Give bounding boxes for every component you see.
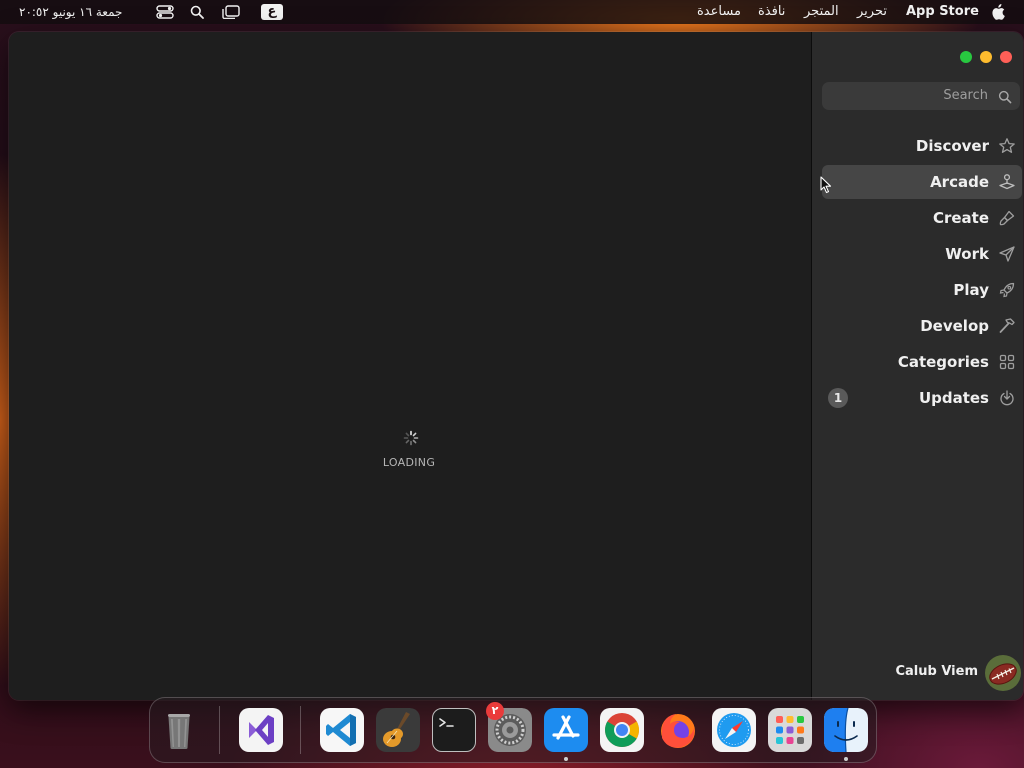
dock-firefox[interactable] [656,708,700,752]
hammer-icon [998,317,1016,335]
dock-vscode[interactable] [320,708,364,752]
account-name[interactable]: Calub Viem [895,664,978,679]
brush-icon [998,209,1016,227]
dock-trash[interactable] [157,708,201,752]
dock-separator [300,706,301,754]
vscode-icon [326,714,356,746]
main-content-area: LOADING [9,32,811,700]
sidebar-item-label: Create [932,209,989,227]
firefox-icon [661,714,695,748]
dock: ٢ [149,697,877,763]
menu-edit[interactable]: تحرير [857,0,887,24]
download-icon [998,389,1016,407]
sidebar-item-categories[interactable]: Categories [822,345,1022,379]
sidebar-item-discover[interactable]: Discover [822,129,1022,163]
dock-finder[interactable] [824,708,868,752]
visual-studio-icon [249,715,274,745]
minimize-button[interactable] [980,51,992,63]
notification-badge: ٢ [486,702,504,720]
sidebar-item-label: Develop [920,317,989,335]
sidebar-item-arcade[interactable]: Arcade [822,165,1022,199]
updates-count-badge: 1 [828,388,848,408]
chrome-icon [605,713,639,747]
loading-label: LOADING [382,456,436,469]
app-store-icon [552,715,580,740]
sidebar-item-label: Work [945,245,989,263]
sidebar-item-develop[interactable]: Develop [822,309,1022,343]
dock-app-store[interactable] [544,708,588,752]
sidebar-item-label: Arcade [930,173,989,191]
sidebar-item-label: Discover [915,137,989,155]
trash-icon [168,714,190,749]
control-center-icon[interactable] [156,4,174,20]
paper-plane-icon [998,245,1016,263]
mouse-pointer-icon [820,176,832,194]
zoom-button[interactable] [960,51,972,63]
menu-window[interactable]: نافذة [758,0,785,24]
menu-help[interactable]: مساعدة [697,0,741,24]
sidebar-item-work[interactable]: Work [822,237,1022,271]
input-source-indicator[interactable]: ع [261,4,283,20]
terminal-icon [439,718,454,727]
finder-face-icon [824,708,868,752]
star-icon [998,137,1016,155]
stage-manager-icon[interactable] [221,4,241,20]
dock-chrome[interactable] [600,708,644,752]
sidebar-item-updates[interactable]: 1 Updates [822,381,1022,415]
sidebar-item-label: Categories [897,353,989,371]
dock-terminal[interactable] [432,708,476,752]
rocket-icon [998,281,1016,299]
sidebar-item-label: Play [953,281,989,299]
search-placeholder: Search [943,88,988,103]
menu-app-name[interactable]: App Store [906,0,979,24]
dock-visual-studio[interactable] [239,708,283,752]
safari-compass-icon [717,713,751,747]
joystick-icon [998,173,1016,191]
menu-bar-clock[interactable]: جمعة ١٦ يونيو ٢٠:٥٢ [19,0,122,24]
search-icon [998,89,1012,104]
garageband-icon [376,708,420,752]
loading-spinner-icon [403,430,419,446]
search-field[interactable]: Search [822,82,1020,110]
running-indicator [844,757,848,761]
sidebar-item-create[interactable]: Create [822,201,1022,235]
dock-separator [219,706,220,754]
menu-store[interactable]: المتجر [804,0,839,24]
running-indicator [564,757,568,761]
close-button[interactable] [1000,51,1012,63]
sidebar: Search Discover Arcade Create Work Play … [812,32,1023,700]
dock-safari[interactable] [712,708,756,752]
sidebar-item-label: Updates [918,389,989,407]
apple-logo-icon[interactable] [990,4,1006,20]
grid-icon [998,353,1016,371]
dock-launchpad[interactable] [768,708,812,752]
launchpad-grid-icon [776,716,804,744]
avatar[interactable] [985,655,1021,691]
menu-bar: جمعة ١٦ يونيو ٢٠:٥٢ ع مساعدة نافذة المتج… [0,0,1024,24]
dock-garageband[interactable] [376,708,420,752]
spotlight-search-icon[interactable] [189,4,205,20]
sidebar-item-play[interactable]: Play [822,273,1022,307]
app-store-window: LOADING Search Discover Arcade Create Wo… [9,32,1023,700]
